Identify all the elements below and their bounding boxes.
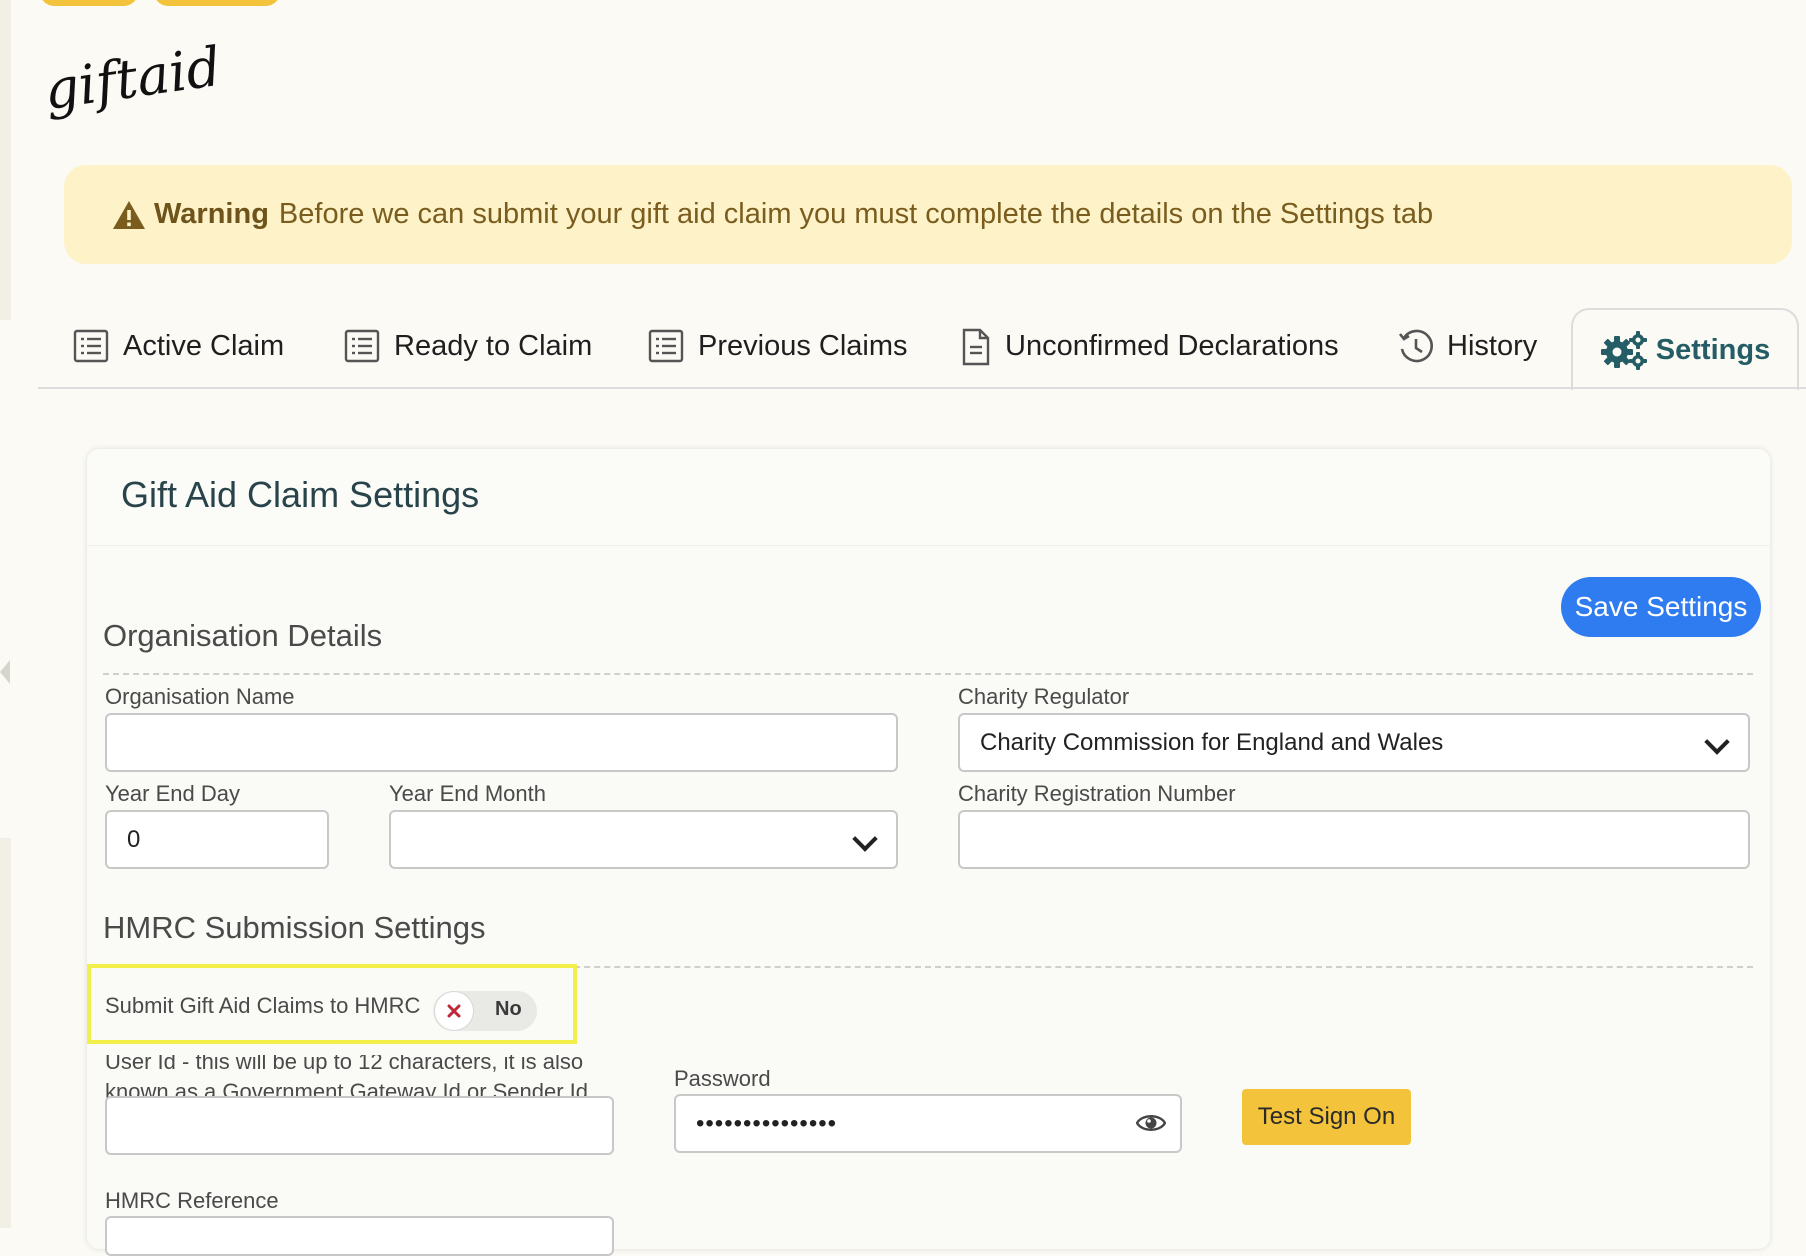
tabs-divider	[38, 387, 1806, 389]
tab-settings[interactable]: Settings	[1571, 308, 1799, 390]
left-edge-panel	[0, 0, 11, 320]
hmrc-reference-input[interactable]	[105, 1216, 614, 1256]
charity-registration-number-label: Charity Registration Number	[958, 781, 1236, 806]
tab-previous-claims[interactable]: Previous Claims	[648, 318, 908, 374]
collapse-arrow-icon[interactable]	[0, 660, 10, 684]
card-title: Gift Aid Claim Settings	[121, 474, 480, 515]
section-divider	[103, 673, 1753, 675]
left-edge-panel	[0, 838, 11, 1228]
tab-label: Previous Claims	[698, 329, 908, 362]
list-icon	[648, 328, 684, 364]
history-icon	[1397, 328, 1433, 364]
year-end-day-input[interactable]: 0	[105, 810, 329, 869]
charity-registration-number-input[interactable]	[958, 810, 1750, 869]
charity-regulator-select[interactable]: Charity Commission for England and Wales	[958, 713, 1750, 772]
tab-label: Settings	[1655, 333, 1771, 366]
toggle-knob	[434, 991, 474, 1031]
chevron-down-icon	[852, 825, 878, 852]
close-icon	[447, 1004, 461, 1018]
list-icon	[73, 328, 109, 364]
tab-label: Ready to Claim	[394, 329, 593, 362]
year-end-month-label: Year End Month	[389, 781, 546, 806]
charity-regulator-label: Charity Regulator	[958, 684, 1130, 709]
tab-label: Unconfirmed Declarations	[1005, 329, 1339, 362]
giftaid-logo: giftaid	[40, 34, 240, 134]
year-end-day-label: Year End Day	[105, 781, 240, 806]
toggle-state-label: No	[495, 998, 522, 1020]
organisation-name-input[interactable]	[105, 713, 898, 772]
gears-icon	[1600, 330, 1648, 370]
password-label: Password	[674, 1066, 771, 1091]
test-sign-on-button[interactable]: Test Sign On	[1242, 1089, 1411, 1145]
list-icon	[344, 328, 380, 364]
tab-ready-to-claim[interactable]: Ready to Claim	[344, 318, 592, 374]
user-id-input[interactable]	[105, 1096, 614, 1155]
password-input[interactable]: •••••••••••••••	[674, 1094, 1182, 1153]
hmrc-reference-label: HMRC Reference	[105, 1188, 279, 1213]
submit-claims-toggle[interactable]: No	[433, 991, 537, 1031]
section-title-hmrc: HMRC Submission Settings	[103, 910, 486, 945]
save-settings-button[interactable]: Save Settings	[1561, 577, 1761, 637]
warning-message: Before we can submit your gift aid claim…	[278, 198, 1434, 230]
warning-label: Warning	[154, 198, 269, 230]
tab-active-claim[interactable]: Active Claim	[73, 318, 284, 374]
tab-history[interactable]: History	[1397, 318, 1537, 374]
tab-unconfirmed-declarations[interactable]: Unconfirmed Declarations	[961, 318, 1339, 374]
warning-banner: Warning Before we can submit your gift a…	[64, 165, 1792, 264]
tab-label: Active Claim	[123, 329, 285, 362]
chevron-down-icon	[1704, 728, 1730, 755]
top-tab-stub	[154, 0, 280, 6]
eye-icon[interactable]	[1135, 1111, 1167, 1135]
svg-text:giftaid: giftaid	[40, 35, 225, 122]
section-title-organisation: Organisation Details	[103, 618, 383, 653]
document-icon	[961, 328, 991, 366]
year-end-month-select[interactable]	[389, 810, 898, 869]
top-tab-stub	[40, 0, 138, 6]
tab-label: History	[1447, 329, 1538, 362]
submit-claims-label: Submit Gift Aid Claims to HMRC	[105, 993, 421, 1018]
warning-icon	[112, 200, 146, 230]
organisation-name-label: Organisation Name	[105, 684, 295, 709]
